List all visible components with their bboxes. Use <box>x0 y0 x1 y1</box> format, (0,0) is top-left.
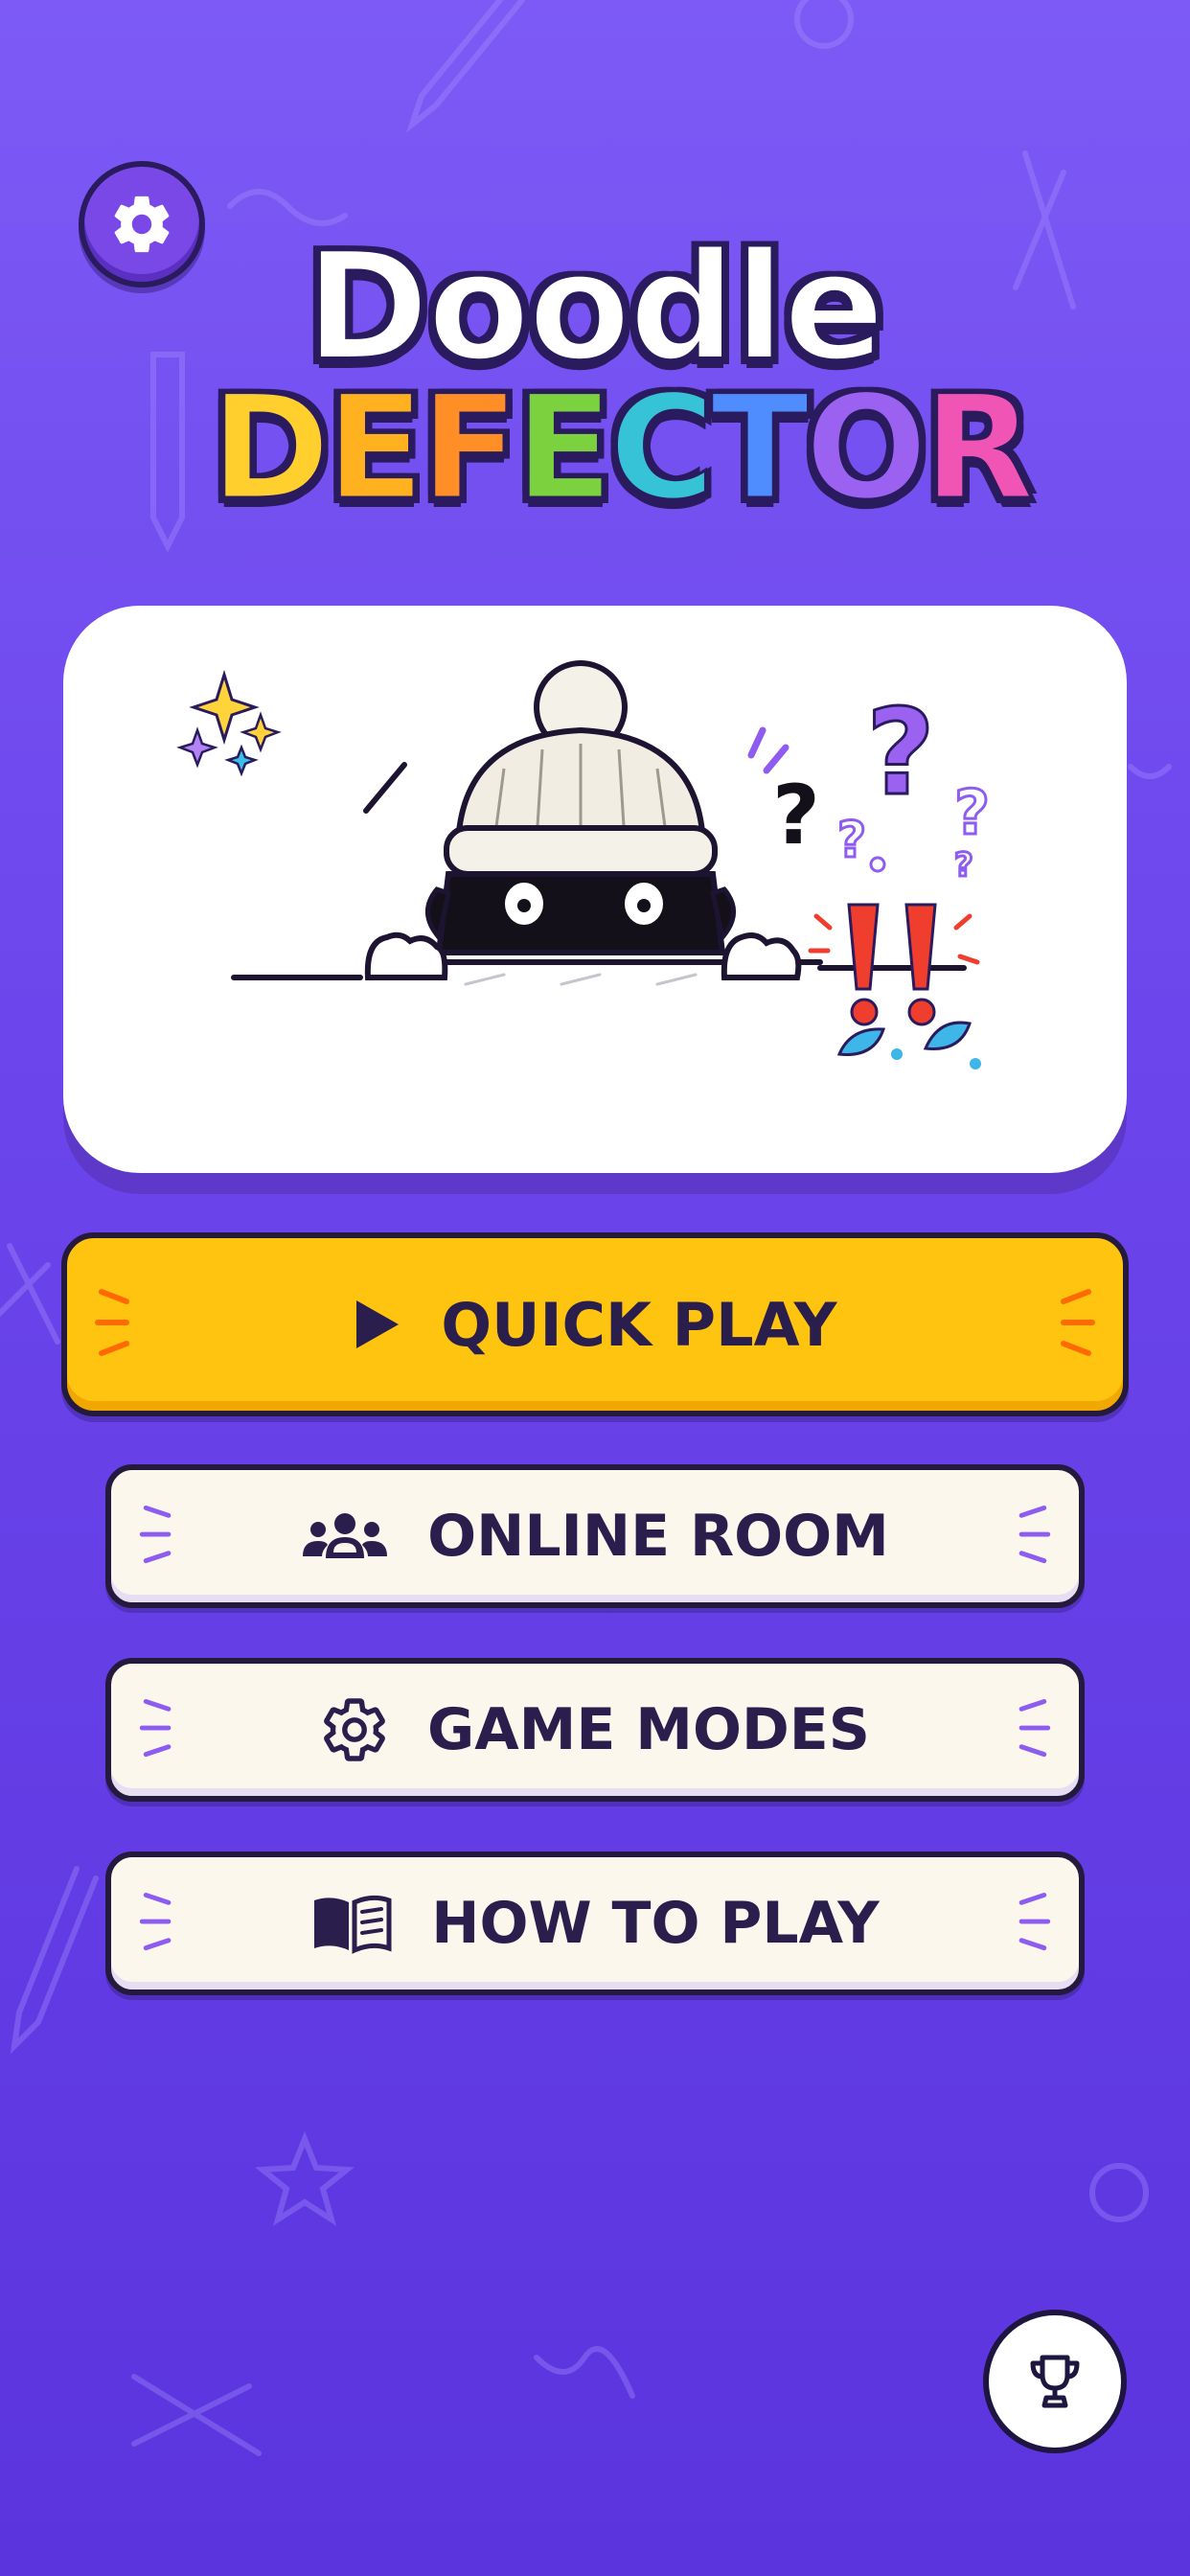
hero-illustration-card: ? ? ? ? ? <box>63 606 1127 1173</box>
svg-text:?: ? <box>866 684 935 822</box>
logo-letter: T <box>710 365 811 532</box>
quick-play-button[interactable]: QUICK PLAY <box>61 1232 1129 1416</box>
quick-play-label: QUICK PLAY <box>441 1289 837 1360</box>
svg-text:?: ? <box>954 778 990 849</box>
decor-lines-icon <box>139 1698 172 1758</box>
logo-letter: O <box>804 365 928 532</box>
gear-icon <box>114 196 170 253</box>
logo-letter: F <box>419 365 520 532</box>
how-to-play-label: HOW TO PLAY <box>431 1890 880 1957</box>
logo-letter: R <box>922 365 1035 532</box>
logo-letter: E <box>325 365 426 532</box>
online-room-button[interactable]: ONLINE ROOM <box>105 1464 1085 1608</box>
thief-illustration: ? ? ? ? ? <box>176 660 992 1070</box>
trophy-icon <box>1030 2355 1080 2408</box>
decor-lines-icon <box>139 1892 172 1951</box>
how-to-play-button[interactable]: HOW TO PLAY <box>105 1852 1085 1995</box>
game-logo: Doodle DEFECTOR <box>210 219 1036 575</box>
decor-lines-icon <box>139 1505 172 1564</box>
logo-word-doodle: Doodle <box>304 219 887 394</box>
decor-lines-icon <box>1018 1698 1051 1758</box>
logo-letter: C <box>607 365 716 532</box>
logo-letter: E <box>514 365 615 532</box>
decor-lines-icon <box>1018 1892 1051 1951</box>
group-icon <box>301 1510 389 1562</box>
decor-lines-icon <box>1061 1289 1095 1356</box>
decor-lines-icon <box>95 1289 129 1356</box>
play-icon <box>353 1297 402 1352</box>
svg-text:?: ? <box>837 812 866 869</box>
game-modes-button[interactable]: GAME MODES <box>105 1658 1085 1802</box>
settings-button[interactable] <box>79 161 205 288</box>
decor-lines-icon <box>1018 1505 1051 1564</box>
game-modes-label: GAME MODES <box>427 1696 870 1763</box>
leaderboard-button[interactable] <box>983 2310 1127 2453</box>
svg-text:?: ? <box>772 768 820 863</box>
svg-text:?: ? <box>954 846 973 885</box>
logo-word-defector: DEFECTOR <box>210 371 1036 527</box>
sparkle-icon <box>176 669 282 777</box>
gear-icon <box>320 1695 389 1764</box>
online-room-label: ONLINE ROOM <box>427 1503 889 1570</box>
book-icon <box>310 1893 393 1954</box>
logo-letter: D <box>210 365 332 532</box>
